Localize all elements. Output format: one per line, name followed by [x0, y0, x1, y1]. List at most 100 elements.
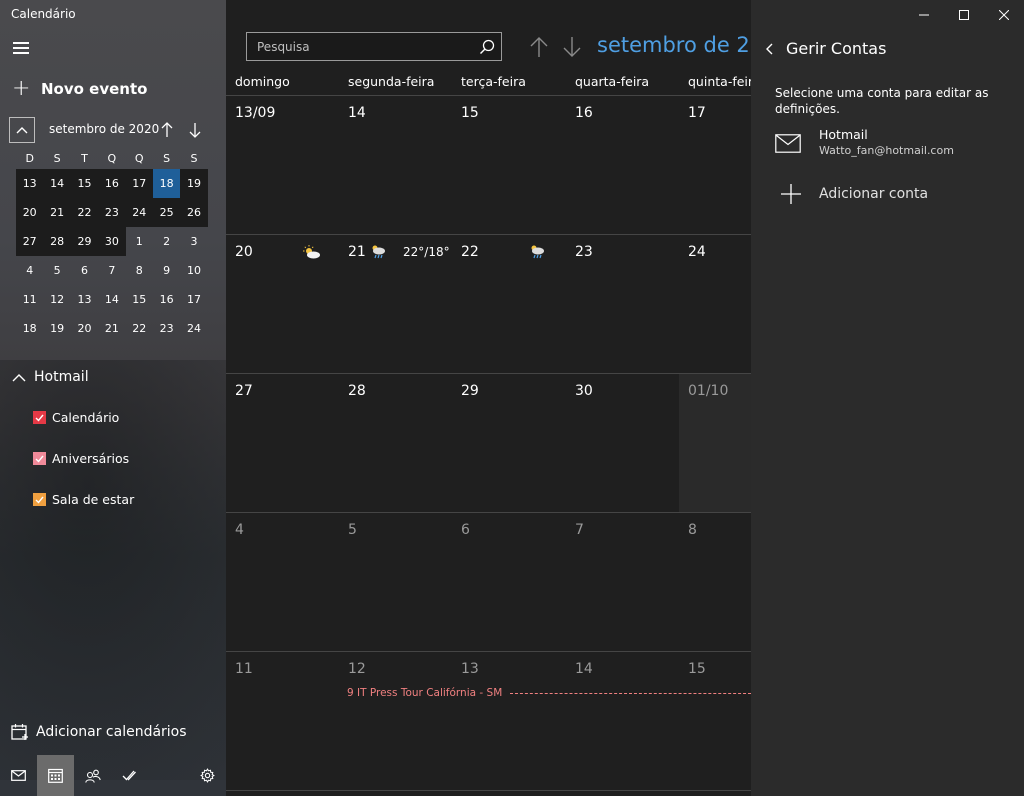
- calendar-day-cell[interactable]: 22: [452, 235, 565, 373]
- previous-month-arrow-icon[interactable]: [529, 36, 549, 58]
- mail-nav-button[interactable]: [0, 755, 37, 796]
- mini-calendar-day[interactable]: 16: [153, 285, 180, 314]
- day-number: 24: [688, 244, 706, 260]
- calendar-day-cell[interactable]: 12: [339, 652, 452, 790]
- search-button[interactable]: [473, 33, 501, 60]
- back-chevron-icon[interactable]: [763, 40, 779, 58]
- mini-calendar-day[interactable]: 6: [71, 256, 98, 285]
- mini-calendar-month[interactable]: setembro de 2020: [49, 122, 159, 136]
- calendar-day-cell[interactable]: 14: [566, 652, 679, 790]
- mini-calendar-day[interactable]: 28: [43, 227, 71, 256]
- mini-calendar-day[interactable]: 24: [125, 198, 153, 227]
- mini-calendar-day[interactable]: 24: [180, 314, 207, 343]
- checkbox-checked-icon[interactable]: [33, 411, 46, 424]
- calendar-toggle[interactable]: Calendário: [33, 410, 119, 425]
- mini-calendar-day[interactable]: 9: [153, 256, 180, 285]
- calendar-day-cell[interactable]: 17: [679, 96, 751, 234]
- calendar-day-cell[interactable]: 7: [566, 513, 679, 651]
- calendar-day-cell[interactable]: 4: [226, 513, 339, 651]
- hamburger-menu-icon[interactable]: [13, 42, 29, 54]
- add-account-button[interactable]: Adicionar conta: [781, 184, 928, 204]
- add-calendars-button[interactable]: Adicionar calendários: [11, 723, 187, 741]
- account-group-toggle[interactable]: Hotmail: [12, 369, 89, 385]
- mini-calendar-day[interactable]: 15: [126, 285, 153, 314]
- todo-nav-button[interactable]: [111, 755, 148, 796]
- account-item-hotmail[interactable]: Hotmail Watto_fan@hotmail.com: [775, 127, 1005, 161]
- mini-calendar-day[interactable]: 13: [16, 169, 44, 198]
- mini-calendar-day[interactable]: 22: [70, 198, 99, 227]
- mini-calendar-day[interactable]: 20: [71, 314, 98, 343]
- mini-calendar-day[interactable]: 21: [98, 314, 125, 343]
- calendar-toggle[interactable]: Sala de estar: [33, 492, 134, 507]
- mini-calendar-day[interactable]: 4: [16, 256, 43, 285]
- mini-calendar-day[interactable]: 18: [152, 169, 181, 198]
- minimize-button[interactable]: [904, 0, 944, 30]
- mini-calendar-day[interactable]: 5: [43, 256, 70, 285]
- mini-calendar-day[interactable]: 25: [152, 198, 181, 227]
- search-input[interactable]: [247, 33, 473, 60]
- mini-calendar-day[interactable]: 26: [180, 198, 208, 227]
- mini-calendar-day[interactable]: 13: [71, 285, 98, 314]
- calendar-day-cell[interactable]: 6: [452, 513, 565, 651]
- calendar-day-cell[interactable]: 27: [226, 374, 339, 512]
- calendar-day-cell[interactable]: 5: [339, 513, 452, 651]
- mini-calendar-day[interactable]: 12: [43, 285, 70, 314]
- mini-calendar-day[interactable]: 7: [98, 256, 125, 285]
- mini-calendar-day[interactable]: 10: [180, 256, 207, 285]
- mini-calendar-day[interactable]: 2: [153, 227, 180, 256]
- mini-calendar-day[interactable]: 17: [180, 285, 207, 314]
- mini-calendar-day[interactable]: 27: [16, 227, 44, 256]
- collapse-mini-calendar-button[interactable]: [9, 117, 35, 143]
- calendar-day-cell[interactable]: 15: [452, 96, 565, 234]
- maximize-button[interactable]: [944, 0, 984, 30]
- calendar-day-cell[interactable]: 30: [566, 374, 679, 512]
- calendar-day-cell[interactable]: 15: [679, 652, 751, 790]
- calendar-day-cell[interactable]: 01/10: [679, 374, 751, 512]
- calendar-day-cell[interactable]: 24: [679, 235, 751, 373]
- next-month-arrow-icon[interactable]: [562, 36, 582, 58]
- mini-calendar-day[interactable]: 14: [43, 169, 71, 198]
- mini-next-month-arrow-icon[interactable]: [188, 121, 202, 139]
- calendar-day-cell[interactable]: 13/09: [226, 96, 339, 234]
- mini-calendar-day[interactable]: 21: [43, 198, 71, 227]
- people-nav-button[interactable]: [74, 755, 111, 796]
- mini-calendar-day[interactable]: 23: [153, 314, 180, 343]
- mini-calendar-day[interactable]: 30: [98, 227, 126, 256]
- calendar-day-cell[interactable]: 14: [339, 96, 452, 234]
- mini-calendar-day[interactable]: 3: [180, 227, 207, 256]
- panel-description: Selecione uma conta para editar as defin…: [775, 86, 989, 116]
- calendar-day-cell[interactable]: 13: [452, 652, 565, 790]
- mini-calendar-day[interactable]: 22: [126, 314, 153, 343]
- mini-calendar-day[interactable]: 19: [180, 169, 208, 198]
- mini-calendar-weekdays: DSTQQSS: [16, 147, 208, 169]
- checkbox-checked-icon[interactable]: [33, 452, 46, 465]
- calendar-day-cell[interactable]: 28: [339, 374, 452, 512]
- calendar-day-cell[interactable]: 21 22°/18°: [339, 235, 452, 373]
- close-button[interactable]: [984, 0, 1024, 30]
- mini-calendar-day[interactable]: 23: [98, 198, 126, 227]
- mini-calendar-day[interactable]: 20: [16, 198, 44, 227]
- event-item[interactable]: 9 IT Press Tour Califórnia - SM: [347, 686, 751, 700]
- mini-calendar-day[interactable]: 29: [70, 227, 99, 256]
- calendar-day-cell[interactable]: 20: [226, 235, 339, 373]
- mini-prev-month-arrow-icon[interactable]: [160, 121, 174, 139]
- mini-calendar-day[interactable]: 15: [70, 169, 99, 198]
- mini-calendar-day[interactable]: 16: [98, 169, 126, 198]
- calendar-nav-button[interactable]: [37, 755, 74, 796]
- calendar-day-cell[interactable]: 23: [566, 235, 679, 373]
- calendar-day-cell[interactable]: 8: [679, 513, 751, 651]
- mini-calendar-day[interactable]: 14: [98, 285, 125, 314]
- mini-calendar-day[interactable]: 17: [125, 169, 153, 198]
- new-event-button[interactable]: + Novo evento: [12, 78, 147, 100]
- mini-calendar-day[interactable]: 1: [126, 227, 153, 256]
- settings-nav-button[interactable]: [189, 755, 226, 796]
- mini-calendar-day[interactable]: 19: [43, 314, 70, 343]
- checkbox-checked-icon[interactable]: [33, 493, 46, 506]
- mini-calendar-day[interactable]: 8: [126, 256, 153, 285]
- calendar-toggle[interactable]: Aniversários: [33, 451, 129, 466]
- calendar-day-cell[interactable]: 16: [566, 96, 679, 234]
- mini-calendar-day[interactable]: 18: [16, 314, 43, 343]
- calendar-day-cell[interactable]: 29: [452, 374, 565, 512]
- mini-calendar-day[interactable]: 11: [16, 285, 43, 314]
- calendar-day-cell[interactable]: 11: [226, 652, 339, 790]
